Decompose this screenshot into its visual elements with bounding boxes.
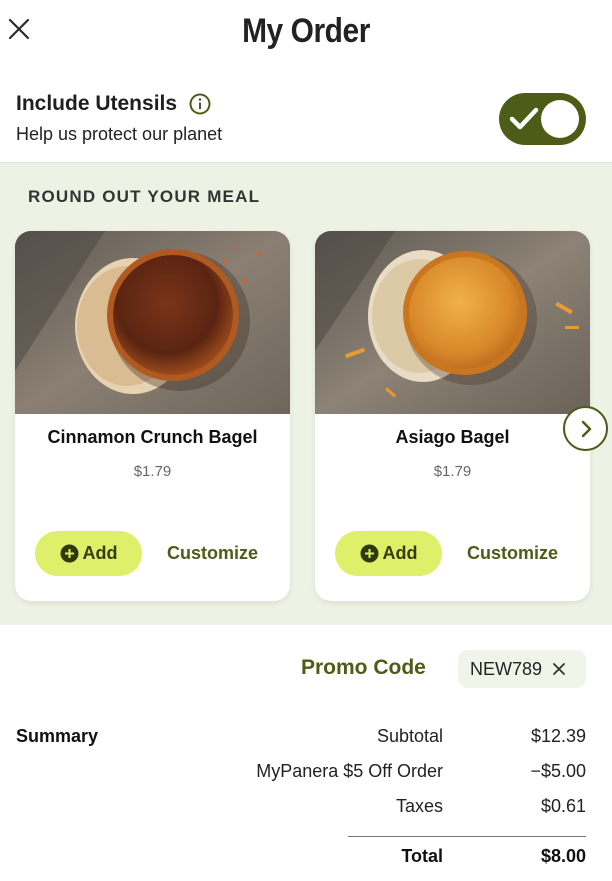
customize-link[interactable]: Customize — [167, 543, 258, 564]
summary-row-value: $12.39 — [530, 726, 586, 746]
info-icon[interactable] — [189, 93, 211, 115]
promo-code-label[interactable]: Promo Code — [301, 656, 426, 680]
summary-row: MyPanera $5 Off Order −$5.00 — [0, 761, 612, 785]
page-title: My Order — [242, 12, 370, 50]
upsell-title: ROUND OUT YOUR MEAL — [28, 187, 261, 206]
product-card[interactable]: Cinnamon Crunch Bagel $1.79 Add Customiz… — [15, 231, 290, 601]
promo-code-chip: NEW789 — [458, 650, 586, 688]
summary-row-label: Subtotal — [376, 726, 443, 746]
product-name: Cinnamon Crunch Bagel — [47, 427, 258, 447]
product-name: Asiago Bagel — [395, 427, 510, 447]
customize-link[interactable]: Customize — [467, 543, 558, 564]
cinnamon-crunch-bagel-image — [15, 231, 290, 414]
upsell-section: ROUND OUT YOUR MEAL Cinnamon Crunch Bage… — [0, 162, 612, 625]
promo-code-value: NEW789 — [470, 658, 543, 679]
product-price: $1.79 — [133, 463, 172, 480]
close-icon[interactable] — [6, 16, 32, 42]
summary-row-label: MyPanera $5 Off Order — [256, 761, 443, 781]
product-card[interactable]: Asiago Bagel $1.79 Add Customize — [315, 231, 590, 601]
utensils-subtitle: Help us protect our planet — [16, 124, 223, 144]
summary-row-value: $0.61 — [540, 796, 586, 816]
summary-row: Taxes $0.61 — [0, 796, 612, 820]
asiago-bagel-image — [315, 231, 590, 414]
header: My Order — [0, 0, 612, 72]
remove-x-icon[interactable] — [552, 662, 566, 676]
product-price: $1.79 — [433, 463, 472, 480]
plus-circle-icon — [360, 544, 378, 563]
add-label: Add — [382, 543, 418, 563]
plus-circle-icon — [60, 544, 78, 563]
carousel-next-button[interactable] — [563, 406, 608, 451]
add-button[interactable]: Add — [35, 531, 142, 576]
check-icon — [509, 107, 539, 130]
total-value: $8.00 — [540, 846, 586, 866]
add-button[interactable]: Add — [335, 531, 442, 576]
total-label: Total — [401, 846, 443, 866]
summary-row-label: Taxes — [395, 796, 443, 816]
utensils-section: Include Utensils Help us protect our pla… — [0, 80, 612, 162]
summary-total-row: Total $8.00 — [0, 846, 612, 870]
utensils-title-row: Include Utensils — [16, 92, 211, 116]
utensils-toggle[interactable] — [499, 93, 586, 145]
utensils-title: Include Utensils — [16, 92, 178, 115]
summary-divider — [348, 836, 586, 837]
chevron-right-icon — [581, 420, 591, 437]
add-label: Add — [82, 543, 118, 563]
summary-row-value: −$5.00 — [530, 761, 586, 781]
toggle-knob — [541, 100, 579, 138]
summary-row: Subtotal $12.39 — [0, 726, 612, 750]
